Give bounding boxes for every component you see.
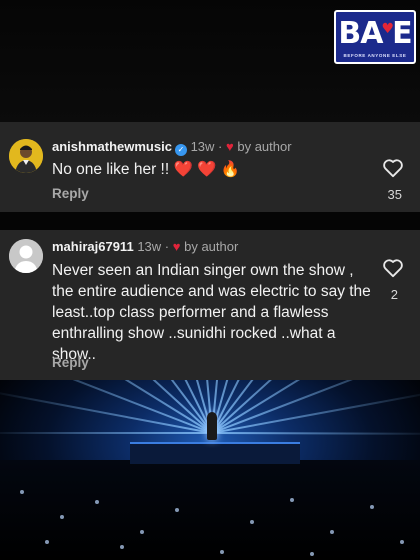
crowd-light [60,515,64,519]
reply-button[interactable]: Reply [52,186,89,201]
crowd-light [95,500,99,504]
author-heart-icon: ♥ [172,239,181,254]
crowd-light [310,552,314,556]
crowd-light [20,490,24,494]
crowd-light [175,508,179,512]
like-heart-icon[interactable] [382,158,404,178]
username-link[interactable]: mahiraj67911 [52,239,134,254]
comment-card: anishmathewmusic ✓ 13w · ♥ by author No o… [0,122,420,212]
crowd-light [370,505,374,509]
performer-figure [207,412,217,440]
crowd-silhouette [0,460,420,560]
crowd-light [290,498,294,502]
separator-strip [0,212,420,230]
logo-heart-icon: ♥ [381,21,395,37]
author-heart-icon: ♥ [226,139,234,154]
stage [130,442,300,464]
liked-by-author-label: by author [237,139,292,154]
comment-time: 13w [190,139,215,154]
like-count: 2 [390,287,398,302]
reply-button[interactable]: Reply [52,355,89,370]
username-link[interactable]: anishmathewmusic [52,139,172,154]
logo-wordmark: BA♥E [338,16,412,51]
crowd-light [140,530,144,534]
comment-card: mahiraj67911 13w · ♥ by author Never see… [0,230,420,380]
light-ray [0,432,212,434]
crowd-light [120,545,124,549]
crowd-light [400,540,404,544]
separator: · [218,139,223,154]
crowd-light [45,540,49,544]
comment-meta: mahiraj67911 13w · ♥ by author [52,239,238,254]
avatar[interactable] [9,239,43,273]
crowd-light [330,530,334,534]
profile-photo-icon [9,139,43,173]
like-count: 35 [387,187,402,202]
liked-by-author-label: by author [184,239,239,254]
separator: · [164,239,170,254]
light-ray [211,432,420,435]
crowd-light [250,520,254,524]
comment-time: 13w [137,239,162,254]
concert-photo [0,380,420,560]
avatar[interactable] [9,139,43,173]
default-avatar-icon [9,239,43,273]
verified-badge-icon: ✓ [174,144,187,156]
comment-text: No one like her !! ❤️ ❤️ 🔥 [52,161,240,178]
logo-tagline: BEFORE ANYONE ELSE [343,53,407,58]
comment-text: Never seen an Indian singer own the show… [52,262,371,363]
bae-logo: BA♥E BEFORE ANYONE ELSE [334,10,416,64]
like-heart-icon[interactable] [382,258,404,278]
crowd-light [220,550,224,554]
comment-meta: anishmathewmusic ✓ 13w · ♥ by author [52,139,292,156]
